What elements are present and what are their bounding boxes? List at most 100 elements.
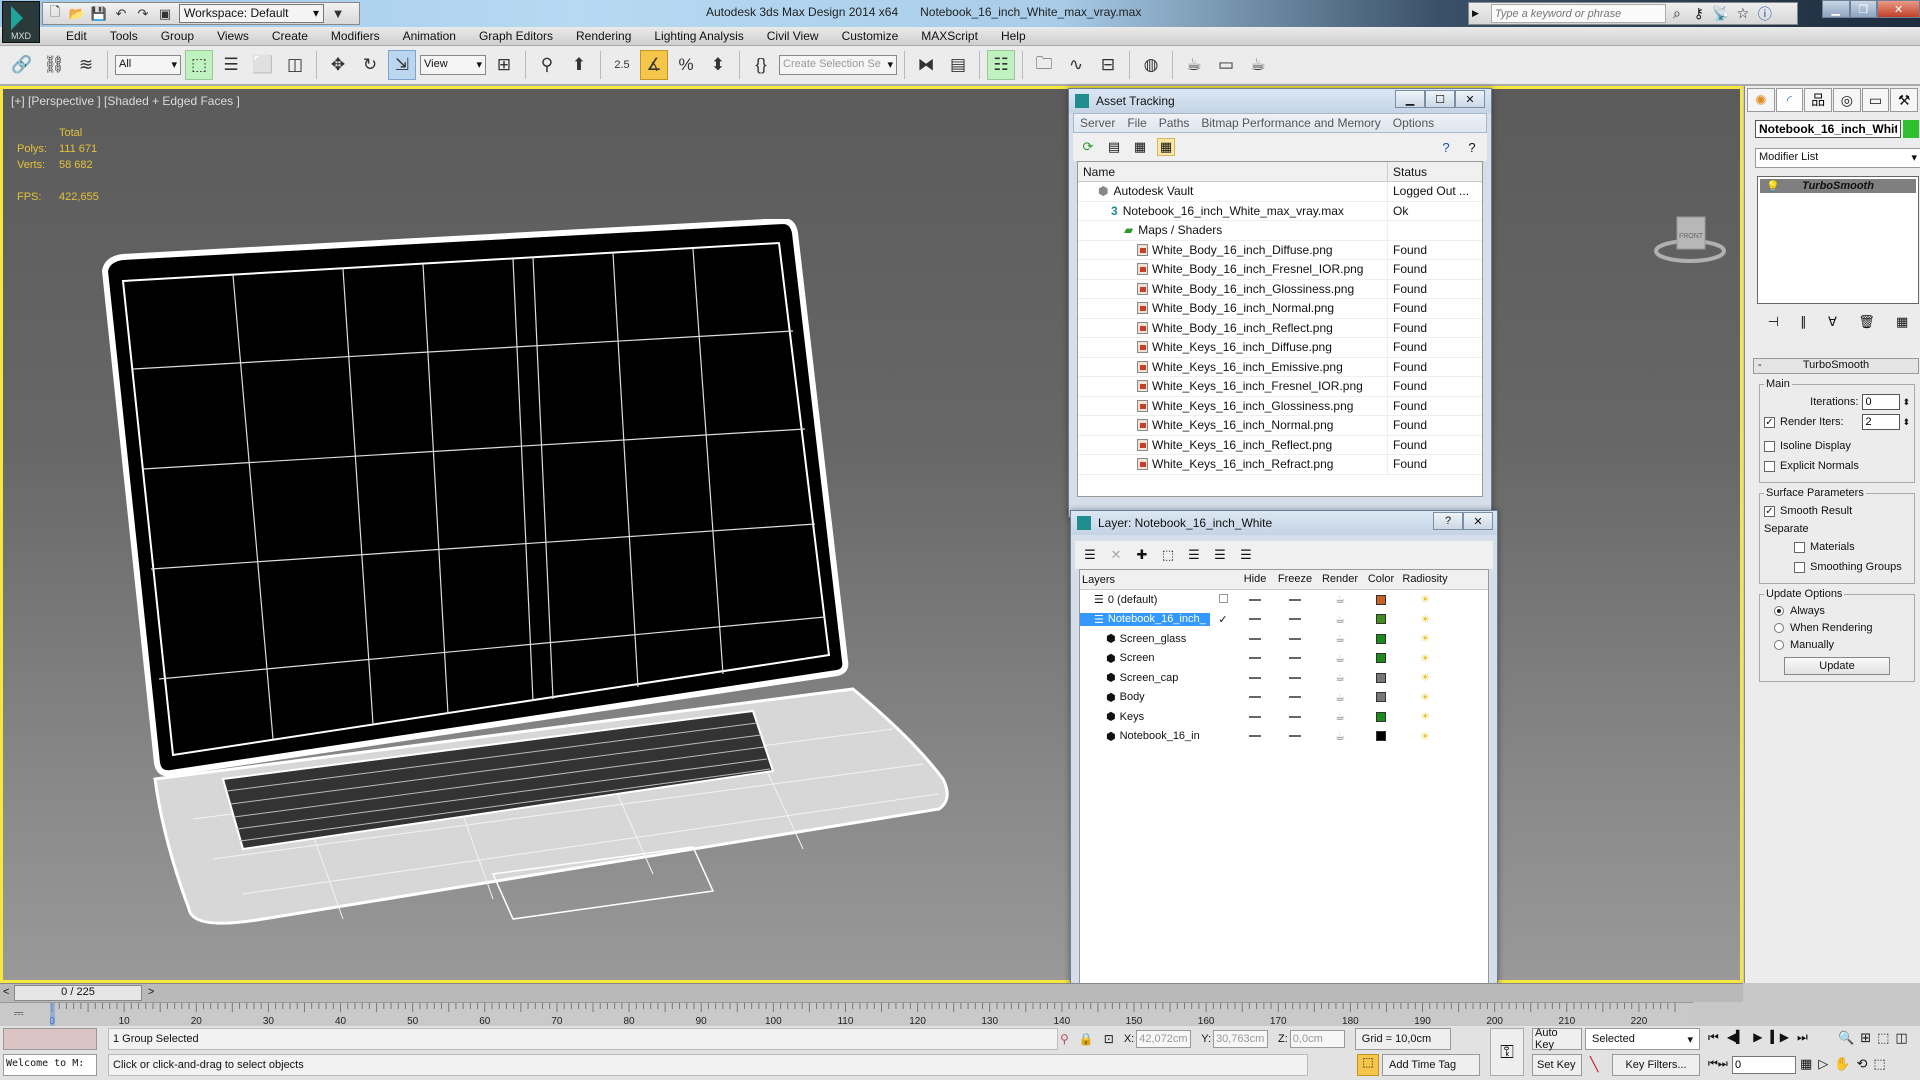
field-of-view-icon[interactable]: ▷	[1818, 1056, 1828, 1072]
layer-color-swatch[interactable]	[1364, 633, 1398, 645]
radiosity-icon[interactable]: ☀	[1398, 710, 1452, 723]
minimize-button[interactable]: ▁	[1395, 90, 1425, 108]
asset-row[interactable]: White_Body_16_inch_Diffuse.png Found	[1078, 240, 1482, 260]
orbit-icon[interactable]: ⟲	[1856, 1056, 1867, 1072]
context-help-icon[interactable]: ?	[1463, 138, 1481, 156]
expand-arrow-icon[interactable]: ▶	[1472, 8, 1479, 19]
remove-modifier-icon[interactable]: 🗑	[1858, 314, 1875, 330]
isolate-selection-icon[interactable]: ⚲	[1060, 1032, 1069, 1046]
viewcube[interactable]: FRONT	[1653, 209, 1728, 267]
utilities-tab-icon[interactable]: ⚒	[1890, 88, 1919, 112]
workspace-dropdown[interactable]: Workspace: Default ▾	[179, 4, 324, 23]
motion-tab-icon[interactable]: ◎	[1833, 88, 1861, 112]
update-option-manually[interactable]: Manually	[1774, 636, 1910, 653]
radio-button[interactable]	[1774, 639, 1784, 650]
column-header-status[interactable]: Status	[1388, 162, 1432, 181]
key-filters-button[interactable]: Key Filters...	[1612, 1054, 1700, 1076]
rotate-icon[interactable]: ↻	[356, 50, 384, 80]
asset-row[interactable]: White_Body_16_inch_Fresnel_IOR.png Found	[1078, 260, 1482, 280]
menu-tools[interactable]: Tools	[99, 27, 150, 45]
set-key-button[interactable]: Set Key	[1532, 1054, 1582, 1076]
application-menu-button[interactable]: MXD	[2, 1, 40, 43]
x-coordinate-field[interactable]: 42,072cm	[1136, 1030, 1192, 1048]
render-iters-checkbox[interactable]: ✓	[1764, 416, 1775, 428]
asset-row[interactable]: 3 Notebook_16_inch_White_max_vray.max Ok	[1078, 201, 1482, 221]
current-layer-checkbox[interactable]	[1210, 593, 1236, 606]
layer-row[interactable]: ⬢ Notebook_16_in ☕ ☀	[1080, 727, 1488, 747]
layer-column-header[interactable]: Radiosity	[1398, 570, 1452, 589]
layer-column-header[interactable]: Hide	[1236, 570, 1274, 589]
current-frame-field[interactable]	[1732, 1056, 1796, 1074]
freeze-toggle[interactable]	[1274, 711, 1316, 723]
customize-qat-icon[interactable]: ▼	[330, 6, 346, 22]
layer-row[interactable]: ⬢ Keys ☕ ☀	[1080, 707, 1488, 727]
asset-row[interactable]: ⬢ Autodesk Vault Logged Out ...	[1078, 182, 1482, 202]
explicit-normals-checkbox[interactable]	[1764, 460, 1775, 472]
freeze-toggle[interactable]	[1274, 633, 1316, 645]
layer-column-header[interactable]: Layers	[1080, 570, 1210, 589]
layer-color-swatch[interactable]	[1364, 711, 1398, 723]
layer-column-header[interactable]	[1210, 570, 1236, 589]
pan-view-icon[interactable]: ✋	[1834, 1056, 1850, 1072]
asset-row[interactable]: White_Keys_16_inch_Normal.png Found	[1078, 416, 1482, 436]
undo-icon[interactable]: ↶	[113, 6, 129, 22]
close-button[interactable]: ✕	[1877, 0, 1920, 18]
menu-views[interactable]: Views	[206, 27, 261, 45]
update-button[interactable]: Update	[1784, 657, 1890, 675]
y-coordinate-field[interactable]: 30,763cm	[1213, 1030, 1269, 1048]
layer-color-swatch[interactable]	[1364, 691, 1398, 703]
spinner-arrows-icon[interactable]: ⬍	[1902, 397, 1910, 408]
asset-row[interactable]: White_Body_16_inch_Glossiness.png Found	[1078, 279, 1482, 299]
render-setup-icon[interactable]: ☕	[1180, 50, 1208, 80]
freeze-toggle[interactable]	[1274, 613, 1316, 625]
layer-name-cell[interactable]: ⬢ Notebook_16_in	[1080, 730, 1210, 743]
hide-unhide-all-icon[interactable]: ☰	[1211, 546, 1229, 564]
object-name-field[interactable]	[1755, 120, 1901, 138]
mini-curve-editor-icon[interactable]: ⎓	[14, 1006, 24, 1021]
time-slider-thumb[interactable]: 0 / 225	[14, 985, 142, 1001]
freeze-toggle[interactable]	[1274, 730, 1316, 742]
asset-row[interactable]: White_Keys_16_inch_Glossiness.png Found	[1078, 396, 1482, 416]
set-keys-key-icon[interactable]: ⚿	[1490, 1028, 1524, 1076]
hierarchy-tab-icon[interactable]: 品	[1804, 88, 1833, 112]
menu-group[interactable]: Group	[150, 27, 206, 45]
key-mode-dropdown[interactable]: Selected ▾	[1585, 1028, 1700, 1050]
select-manipulate-icon[interactable]: ⚲	[533, 50, 561, 80]
layer-color-swatch[interactable]	[1364, 672, 1398, 684]
table-view-icon[interactable]: ▦	[1157, 138, 1175, 156]
menu-lighting-analysis[interactable]: Lighting Analysis	[643, 27, 755, 45]
hide-toggle[interactable]	[1236, 633, 1274, 645]
snaps-toggle-icon[interactable]: 2.5	[608, 50, 636, 80]
thumbnail-view-icon[interactable]: ▦	[1131, 138, 1149, 156]
keyboard-shortcut-override-icon[interactable]: ⬆	[565, 50, 593, 80]
layer-name-cell[interactable]: ⬢ Body	[1080, 691, 1210, 704]
percent-snap-icon[interactable]: %	[672, 50, 700, 80]
radiosity-icon[interactable]: ☀	[1398, 691, 1452, 704]
edit-named-selection-icon[interactable]: {}	[747, 50, 775, 80]
asset-menu-paths[interactable]: Paths	[1153, 114, 1196, 132]
asset-menu-options[interactable]: Options	[1387, 114, 1440, 132]
render-teapot-icon[interactable]: ☕	[1316, 632, 1364, 645]
help-button[interactable]: ?	[1433, 512, 1463, 530]
render-teapot-icon[interactable]: ☕	[1316, 710, 1364, 723]
zoom-all-icon[interactable]: ⊞	[1860, 1030, 1871, 1046]
layer-column-header[interactable]: Color	[1364, 570, 1398, 589]
radiosity-icon[interactable]: ☀	[1398, 613, 1452, 626]
render-teapot-icon[interactable]: ☕	[1316, 691, 1364, 704]
layer-name-cell[interactable]: ☰ 0 (default)	[1080, 593, 1210, 607]
menu-maxscript[interactable]: MAXScript	[910, 27, 990, 45]
reference-coordinate-dropdown[interactable]: View ▾	[420, 55, 486, 75]
freeze-toggle[interactable]	[1274, 691, 1316, 703]
radio-button[interactable]	[1774, 622, 1784, 633]
layer-color-swatch[interactable]	[1364, 730, 1398, 742]
minimize-button[interactable]: ▁	[1822, 0, 1850, 18]
menu-civil-view[interactable]: Civil View	[756, 27, 831, 45]
render-iters-spinner[interactable]	[1862, 414, 1901, 430]
materials-checkbox[interactable]	[1794, 541, 1805, 553]
radiosity-icon[interactable]: ☀	[1398, 593, 1452, 606]
freeze-toggle[interactable]	[1274, 672, 1316, 684]
maximize-viewport-icon[interactable]: ⬚	[1873, 1056, 1885, 1072]
move-icon[interactable]: ✥	[324, 50, 352, 80]
modify-tab-icon[interactable]: ◜	[1775, 88, 1804, 112]
asset-menu-bitmap-performance-and-memory[interactable]: Bitmap Performance and Memory	[1195, 114, 1386, 132]
